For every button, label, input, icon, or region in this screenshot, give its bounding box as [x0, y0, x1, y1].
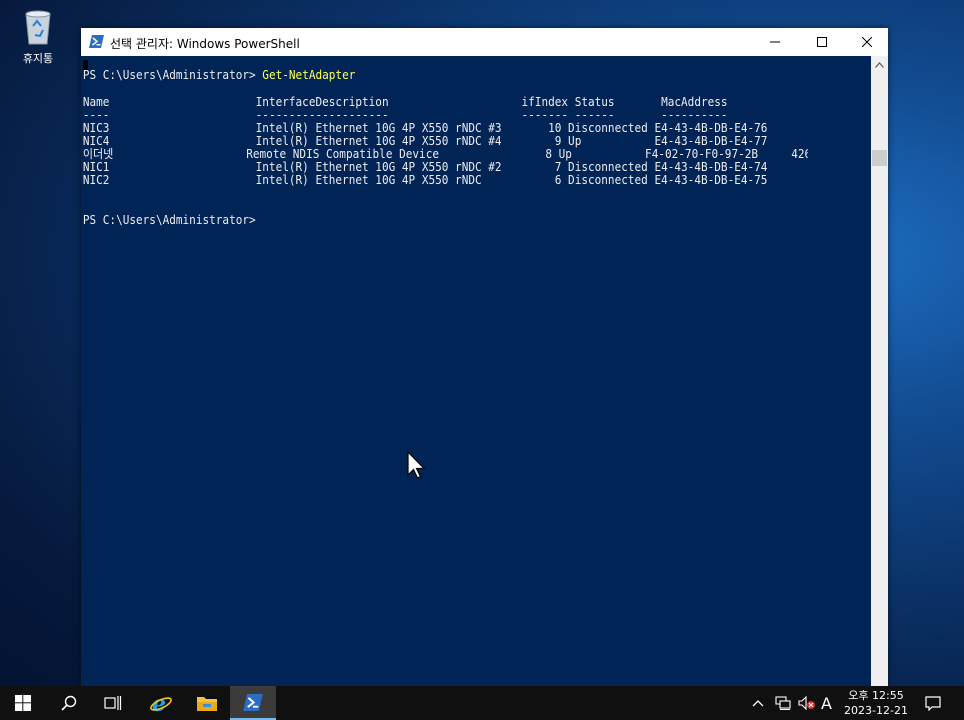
search-icon — [61, 695, 77, 711]
recycle-bin[interactable]: 휴지통 — [10, 6, 66, 66]
minimize-button[interactable] — [752, 28, 798, 56]
maximize-button[interactable] — [799, 28, 845, 56]
powershell-taskbar-button[interactable] — [230, 686, 276, 720]
notification-icon — [925, 695, 941, 711]
file-explorer-icon — [197, 697, 217, 711]
window-title: 선택 관리자: Windows PowerShell — [110, 37, 300, 51]
chevron-up-icon — [752, 700, 764, 707]
prompt: PS C:\Users\Administrator> — [82, 68, 263, 82]
scroll-thumb[interactable] — [872, 150, 887, 166]
network-icon — [775, 696, 791, 710]
clock-time: 오후 12:55 — [848, 689, 904, 702]
title-bar[interactable]: 선택 관리자: Windows PowerShell — [81, 28, 888, 56]
start-button[interactable] — [0, 686, 46, 720]
text-cursor — [83, 60, 88, 70]
clock-date: 2023-12-21 — [844, 704, 908, 717]
maximize-icon — [817, 37, 827, 47]
volume-status[interactable] — [798, 686, 816, 720]
file-explorer-button[interactable] — [184, 686, 230, 720]
task-view-icon — [104, 696, 122, 710]
console-output[interactable]: PS C:\Users\Administrator> Get-NetAdapte… — [81, 56, 808, 686]
close-icon — [862, 37, 872, 47]
close-button[interactable] — [844, 28, 890, 56]
volume-muted-icon — [798, 696, 815, 710]
powershell-window[interactable]: 선택 관리자: Windows PowerShell PS C:\Users\A… — [81, 28, 888, 686]
action-center-button[interactable] — [925, 686, 941, 720]
minimize-icon — [770, 41, 780, 43]
show-hidden-icons-button[interactable] — [752, 686, 764, 720]
taskbar: e A 오후 12:55 2023-12-21 — [0, 686, 964, 720]
mouse-pointer-icon — [407, 451, 426, 479]
vertical-scrollbar[interactable] — [871, 56, 888, 686]
clock[interactable]: 오후 12:55 2023-12-21 — [840, 688, 912, 718]
scroll-up-button[interactable] — [871, 56, 888, 73]
powershell-icon — [243, 693, 263, 711]
recycle-bin-icon — [25, 10, 51, 45]
table-row: NIC2 Intel(R) Ethernet 10G 4P X550 rNDC … — [82, 173, 808, 187]
command-text: Get-NetAdapter — [262, 68, 356, 82]
powershell-icon — [89, 35, 104, 48]
search-button[interactable] — [46, 686, 92, 720]
input-method-indicator[interactable]: A — [821, 686, 832, 720]
start-icon — [15, 695, 31, 711]
network-status[interactable] — [775, 686, 791, 720]
chevron-up-icon — [875, 61, 884, 68]
recycle-bin-label: 휴지통 — [22, 52, 54, 65]
internet-explorer-button[interactable]: e — [138, 686, 184, 720]
internet-explorer-icon: e — [150, 691, 172, 715]
command-line: PS C:\Users\Administrator> Get-NetAdapte… — [82, 68, 356, 82]
final-prompt: PS C:\Users\Administrator> — [82, 213, 256, 227]
task-view-button[interactable] — [90, 686, 136, 720]
